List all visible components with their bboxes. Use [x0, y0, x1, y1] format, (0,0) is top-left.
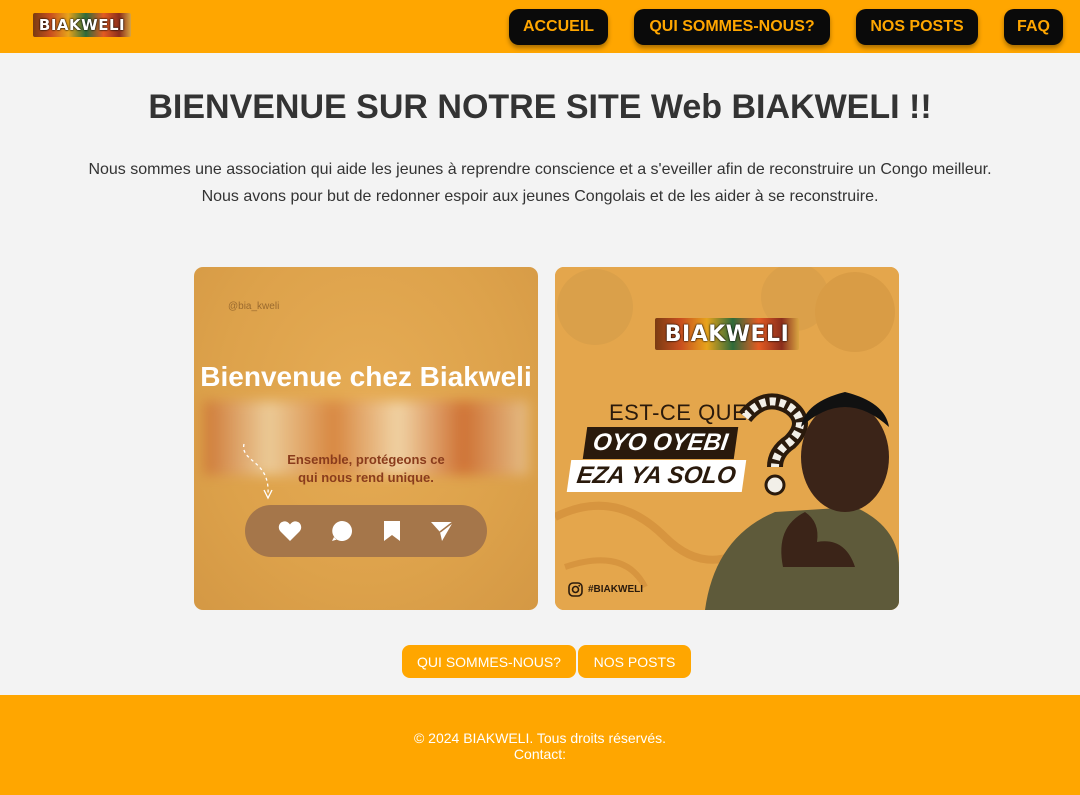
post-title: Bienvenue chez Biakweli [200, 361, 532, 392]
nav-faq-button[interactable]: FAQ [1004, 9, 1063, 45]
instagram-icon [568, 582, 583, 597]
post-hashtag: #BIAKWELI [588, 584, 643, 595]
post-handle: @bia_kweli [228, 301, 280, 312]
intro-line-1: Nous sommes une association qui aide les… [88, 161, 992, 178]
logo-text: BIAKWELI [38, 16, 126, 34]
bookmark-icon [383, 521, 400, 541]
nav-nos-posts-button[interactable]: NOS POSTS [856, 9, 978, 45]
post-logo: BIAKWELI [655, 318, 799, 350]
post-question-lead: EST-CE QUE [609, 400, 748, 425]
site-footer: © 2024 BIAKWELI. Tous droits réservés. C… [0, 695, 1080, 795]
site-logo[interactable]: BIAKWELI [33, 13, 131, 37]
post-action-bar [245, 505, 487, 557]
post-question-line-1: OYO OYEBI [582, 427, 738, 459]
heart-icon [278, 521, 301, 541]
footer-contact: Contact: [513, 746, 567, 762]
qui-sommes-nous-button[interactable]: QUI SOMMES-NOUS? [402, 645, 576, 678]
nos-posts-button[interactable]: NOS POSTS [578, 645, 691, 678]
nav-accueil-button[interactable]: ACCUEIL [509, 9, 608, 45]
dashed-arrow-icon [243, 443, 273, 500]
comment-icon [332, 521, 353, 541]
welcome-post-image: @bia_kweli Bienvenue chez Biakweli Ensem… [194, 267, 538, 610]
post-question-line-2: EZA YA SOLO [566, 460, 746, 492]
footer-copyright: © 2024 BIAKWELI. Tous droits réservés. [413, 730, 667, 746]
post-logo-text: BIAKWELI [664, 321, 790, 347]
page-title: BIENVENUE SUR NOTRE SITE Web BIAKWELI !! [148, 88, 932, 126]
quiz-post-image: BIAKWELI EST-CE QUE OYO OYEBI EZA YA SOL… [555, 267, 899, 610]
nav-qui-sommes-nous-button[interactable]: QUI SOMMES-NOUS? [634, 9, 830, 45]
send-icon [431, 521, 454, 541]
site-header: BIAKWELI ACCUEIL QUI SOMMES-NOUS? NOS PO… [0, 0, 1080, 53]
intro-line-2: Nous avons pour but de redonner espoir a… [201, 188, 879, 205]
